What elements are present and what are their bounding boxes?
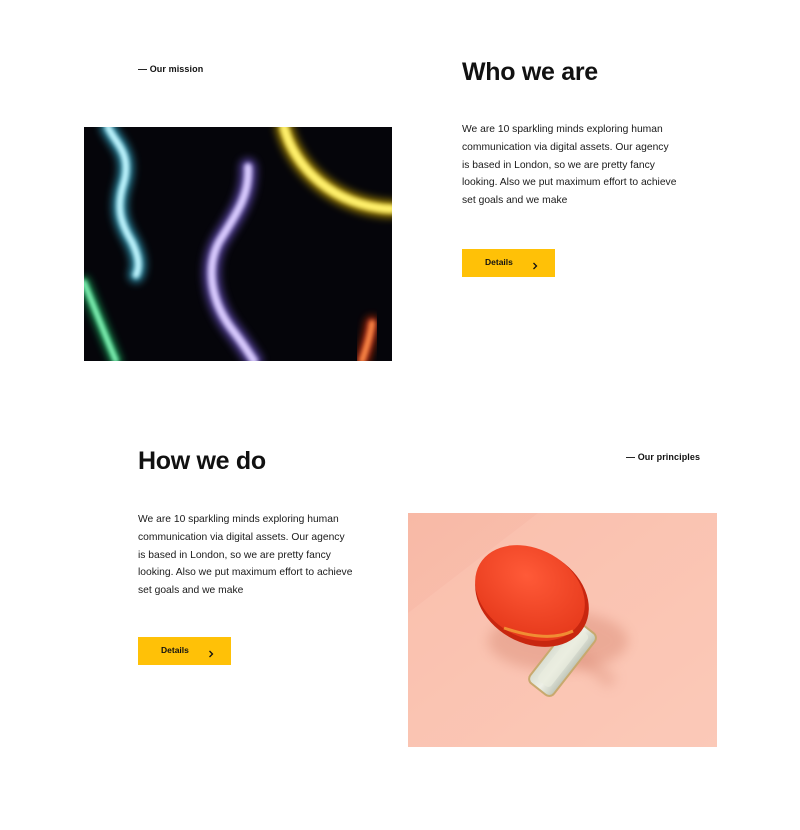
how-we-do-details-button[interactable]: Details	[138, 637, 231, 665]
chevron-right-icon	[530, 258, 540, 270]
page: — Our mission Who we are We are 10 spark…	[0, 0, 800, 830]
who-we-are-details-button[interactable]: Details	[462, 249, 555, 277]
how-we-do-body: We are 10 sparkling minds exploring huma…	[138, 514, 353, 597]
principles-eyebrow: — Our principles	[626, 452, 701, 462]
mission-eyebrow: — Our mission	[138, 64, 204, 74]
who-we-are-title: Who we are	[462, 58, 598, 86]
details-button-label: Details	[161, 645, 189, 655]
ping-pong-paddle-image	[408, 513, 717, 747]
who-we-are-body: We are 10 sparkling minds exploring huma…	[462, 124, 677, 207]
chevron-right-icon	[206, 646, 216, 658]
how-we-do-title: How we do	[138, 447, 266, 475]
neon-lights-image	[84, 127, 392, 361]
details-button-label: Details	[485, 257, 513, 267]
